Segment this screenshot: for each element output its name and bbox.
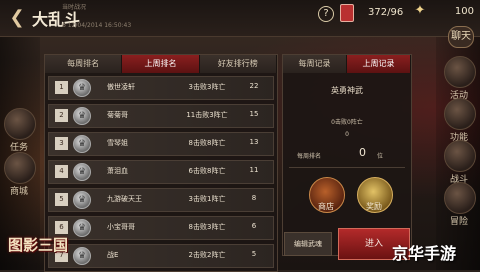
player-record: 2击败2阵亡 [188,251,226,259]
player-record: 8击败3阵亡 [188,223,226,231]
tab-last-week-rank[interactable]: 上周排名 [122,55,200,73]
player-record: 3击败3阵亡 [188,83,226,91]
energy-counter: 372/96 [368,7,404,18]
mall-button[interactable] [4,152,36,184]
table-row[interactable]: 1 ♛ 傲世凌轩 3击败3阵亡 22 [48,76,274,100]
player-record: 3击败1阵亡 [188,195,226,203]
player-name: 战E [107,251,119,259]
function-button[interactable] [444,98,476,130]
adventure-button[interactable] [444,182,476,214]
player-record: 11击败3阵亡 [186,111,228,119]
table-row[interactable]: 6 ♛ 小宝哥哥 8击败3阵亡 6 [48,216,274,240]
mall-label: 商城 [9,187,28,197]
player-score: 15 [249,110,259,118]
record-score: 0 [345,131,349,138]
gold-counter: 100 [454,6,474,17]
player-record: 6击败8阵亡 [188,167,226,175]
shop-label: 商店 [318,202,334,211]
table-row[interactable]: 2 ♛ 菊菊哥 11击败3阵亡 15 [48,104,274,128]
rank-number: 2 [55,109,68,122]
tab-friend-rank[interactable]: 好友排行榜 [199,55,277,73]
player-name: 九游破天王 [107,195,142,203]
avatar-icon: ♛ [73,247,91,265]
potion-icon [340,4,354,22]
rank-number: 1 [55,81,68,94]
player-name: 菊菊哥 [107,111,128,119]
avatar-icon: ♛ [73,163,91,181]
quest-button[interactable] [4,108,36,140]
tab-last-week-record[interactable]: 上周记录 [347,55,411,73]
player-score: 8 [251,194,257,202]
ranking-tabs: 每周排名 上周排名 好友排行榜 [45,55,277,73]
weekly-rank-label: 每周排名 [297,153,322,160]
player-score: 11 [249,166,259,174]
player-score: 13 [249,138,259,146]
table-row[interactable]: 7 ♛ 战E 2击败2阵亡 5 [48,244,274,268]
reward-label: 奖励 [366,202,382,211]
avatar-icon: ♛ [73,107,91,125]
rank-number: 6 [55,221,68,234]
subtitle-bottom: 6 12/04/2014 16:50:43 [62,22,132,29]
weekly-rank-unit: 位 [377,153,384,160]
table-row[interactable]: 4 ♛ 萧泪血 6击败8阵亡 11 [48,160,274,184]
player-name: 傲世凌轩 [107,83,135,91]
avatar-icon: ♛ [73,135,91,153]
player-score: 5 [251,250,257,258]
record-tabs: 每周记录 上周记录 [283,55,411,73]
player-name: 雪琴姐 [107,139,128,147]
rank-number: 4 [55,165,68,178]
watermark: 京华手游 [392,244,457,263]
player-score: 22 [249,82,259,90]
ranking-panel: 每周排名 上周排名 好友排行榜 1 ♛ 傲世凌轩 3击败3阵亡 22 2 ♛ 菊… [44,54,278,272]
player-record: 8击败8阵亡 [188,139,226,147]
back-arrow-icon[interactable]: ❮ [6,8,28,28]
table-row[interactable]: 5 ♛ 九游破天王 3击败1阵亡 8 [48,188,274,212]
right-side-rail: 活动 功能 战斗 冒险 [436,36,480,270]
record-panel: 每周记录 上周记录 英勇神武 0击败0阵亡 0 每周排名 0 位 商店 奖励 [282,54,412,256]
avatar-icon: ♛ [73,191,91,209]
add-energy-icon[interactable]: ✦ [414,4,426,17]
help-icon[interactable]: ? [318,6,334,22]
weekly-rank-value: 0 [359,146,366,159]
avatar-icon: ♛ [73,219,91,237]
rank-number: 3 [55,137,68,150]
player-name: 萧泪血 [107,167,128,175]
player-name: 小宝哥哥 [107,223,135,231]
top-bar: ❮ 大乱斗 当时战况 6 12/04/2014 16:50:43 ? 372/9… [0,0,480,37]
tab-weekly-rank[interactable]: 每周排名 [45,55,123,73]
subtitle-top: 当时战况 [62,4,87,11]
rank-number: 5 [55,193,68,206]
adventure-label: 冒险 [449,217,468,227]
battle-button[interactable] [444,140,476,172]
record-title: 英勇神武 [331,86,363,95]
divider [289,167,405,168]
table-row[interactable]: 3 ♛ 雪琴姐 8击败8阵亡 13 [48,132,274,156]
avatar-icon: ♛ [73,79,91,97]
player-score: 6 [251,222,257,230]
activity-button[interactable] [444,56,476,88]
record-kd: 0击败0阵亡 [331,119,363,126]
chat-button[interactable]: 聊天 [448,26,474,48]
tab-weekly-record[interactable]: 每周记录 [283,55,347,73]
game-logo: 图影三国 [8,236,69,254]
ranking-list: 1 ♛ 傲世凌轩 3击败3阵亡 22 2 ♛ 菊菊哥 11击败3阵亡 15 3 … [45,73,277,268]
edit-soul-button[interactable]: 编辑武魂 [284,232,332,256]
